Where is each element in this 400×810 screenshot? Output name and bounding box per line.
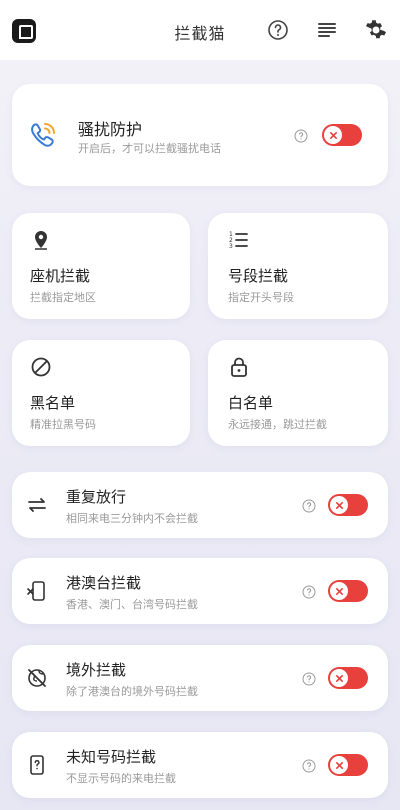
phone-cross-icon <box>26 580 48 602</box>
row-subtitle: 不显示号码的来电拦截 <box>66 772 176 785</box>
tile-subtitle: 永远接通，跳过拦截 <box>228 418 327 431</box>
tile-title: 白名单 <box>228 394 274 412</box>
tile-subtitle: 精准拉黑号码 <box>30 418 96 431</box>
help-icon[interactable] <box>294 128 308 143</box>
app-title: 拦截猫 <box>174 24 226 43</box>
top-bar: 拦截猫 <box>0 0 400 60</box>
row-subtitle: 除了港澳台的境外号码拦截 <box>66 685 198 698</box>
block-icon <box>30 356 52 378</box>
phone-unknown-icon <box>26 754 48 776</box>
globe-off-icon <box>26 667 48 689</box>
harassment-toggle[interactable] <box>322 124 362 146</box>
row-title: 境外拦截 <box>66 661 127 679</box>
hmt-block-toggle[interactable] <box>328 580 368 602</box>
phone-ringing-icon <box>28 120 58 150</box>
svg-text:3: 3 <box>229 243 233 250</box>
tile-blacklist[interactable]: 黑名单 精准拉黑号码 <box>12 340 190 446</box>
row-title: 未知号码拦截 <box>66 748 157 766</box>
unknown-block-toggle[interactable] <box>328 754 368 776</box>
row-title: 重复放行 <box>66 488 127 506</box>
harassment-title: 骚扰防护 <box>78 120 143 139</box>
tile-subtitle: 指定开头号段 <box>228 291 294 304</box>
row-hmt-block[interactable]: 港澳台拦截 香港、澳门、台湾号码拦截 <box>12 558 388 624</box>
row-unknown-block[interactable]: 未知号码拦截 不显示号码的来电拦截 <box>12 732 388 798</box>
help-icon[interactable] <box>302 671 316 686</box>
help-icon[interactable] <box>302 758 316 773</box>
repeat-arrows-icon <box>26 494 48 516</box>
settings-gear-icon[interactable] <box>364 18 388 42</box>
tile-landline-block[interactable]: 座机拦截 拦截指定地区 <box>12 213 190 319</box>
row-title: 港澳台拦截 <box>66 574 142 592</box>
tile-prefix-block[interactable]: 123 号段拦截 指定开头号段 <box>208 213 388 319</box>
menu-list-icon[interactable] <box>315 18 339 42</box>
tile-title: 黑名单 <box>30 394 76 412</box>
row-repeat-allow[interactable]: 重复放行 相同来电三分钟内不会拦截 <box>12 472 388 538</box>
row-overseas-block[interactable]: 境外拦截 除了港澳台的境外号码拦截 <box>12 645 388 711</box>
harassment-subtitle: 开启后，才可以拦截骚扰电话 <box>78 142 221 155</box>
tile-title: 号段拦截 <box>228 267 289 285</box>
location-pin-icon <box>30 229 52 251</box>
overseas-block-toggle[interactable] <box>328 667 368 689</box>
harassment-protection-card[interactable]: 骚扰防护 开启后，才可以拦截骚扰电话 <box>12 84 388 186</box>
help-icon[interactable] <box>302 498 316 513</box>
tile-whitelist[interactable]: 白名单 永远接通，跳过拦截 <box>208 340 388 446</box>
app-logo-icon <box>12 19 36 43</box>
lock-icon <box>228 356 250 378</box>
row-subtitle: 相同来电三分钟内不会拦截 <box>66 512 198 525</box>
repeat-allow-toggle[interactable] <box>328 494 368 516</box>
row-subtitle: 香港、澳门、台湾号码拦截 <box>66 598 198 611</box>
help-circle-icon[interactable] <box>266 18 290 42</box>
help-icon[interactable] <box>302 584 316 599</box>
tile-subtitle: 拦截指定地区 <box>30 291 96 304</box>
numbered-list-icon: 123 <box>228 229 250 251</box>
tile-title: 座机拦截 <box>30 267 91 285</box>
